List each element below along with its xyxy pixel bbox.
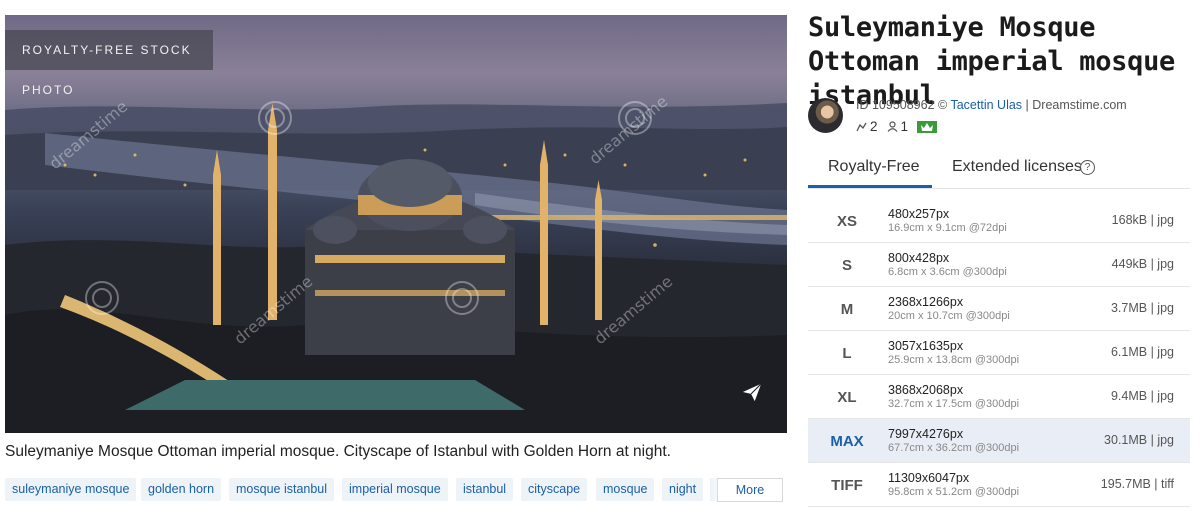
photo-caption: Suleymaniye Mosque Ottoman imperial mosq… bbox=[5, 443, 671, 460]
image-stats: 2 1 bbox=[856, 119, 938, 134]
royalty-free-badge: ROYALTY-FREE STOCK PHOTO bbox=[5, 30, 213, 97]
tag-cityscape[interactable]: cityscape bbox=[521, 478, 588, 501]
size-print: 16.9cm x 9.1cm @72dpi bbox=[888, 222, 1007, 234]
size-pixels: 3868x2068px bbox=[888, 383, 964, 397]
size-pixels: 3057x1635px bbox=[888, 339, 964, 353]
size-pixels: 7997x4276px bbox=[888, 427, 964, 441]
tab-extended-licenses[interactable]: Extended licenses bbox=[952, 158, 1082, 176]
tag-istanbul[interactable]: istanbul bbox=[456, 478, 514, 501]
tag-suleymaniye-mosque[interactable]: suleymaniye mosque bbox=[5, 478, 137, 501]
size-option-xl[interactable]: XL 3868x2068px 32.7cm x 17.5cm @300dpi 9… bbox=[808, 375, 1190, 419]
size-file: 3.7MB | jpg bbox=[1110, 301, 1174, 315]
tag-imperial-mosque[interactable]: imperial mosque bbox=[342, 478, 448, 501]
likes-icon bbox=[856, 122, 867, 131]
image-id: ID 109508962 © bbox=[856, 98, 948, 112]
size-file: 30.1MB | jpg bbox=[1104, 433, 1174, 447]
size-file: 449kB | jpg bbox=[1111, 257, 1174, 271]
size-file: 168kB | jpg bbox=[1111, 213, 1174, 227]
size-print: 6.8cm x 3.6cm @300dpi bbox=[888, 266, 1007, 278]
size-pixels: 11309x6047px bbox=[888, 471, 970, 485]
size-option-max[interactable]: MAX 7997x4276px 67.7cm x 36.2cm @300dpi … bbox=[808, 419, 1190, 463]
tag-list: suleymaniye mosque golden horn mosque is… bbox=[5, 478, 787, 502]
size-print: 32.7cm x 17.5cm @300dpi bbox=[888, 398, 1020, 410]
size-option-l[interactable]: L 3057x1635px 25.9cm x 13.8cm @300dpi 6.… bbox=[808, 331, 1190, 375]
size-pixels: 800x428px bbox=[888, 251, 950, 265]
share-icon[interactable] bbox=[741, 381, 763, 403]
size-code: S bbox=[841, 257, 852, 274]
size-pixels: 2368x1266px bbox=[888, 295, 964, 309]
tab-divider bbox=[808, 188, 1190, 189]
size-print: 67.7cm x 36.2cm @300dpi bbox=[888, 442, 1020, 454]
size-print: 95.8cm x 51.2cm @300dpi bbox=[888, 486, 1020, 498]
tag-night[interactable]: night bbox=[662, 478, 704, 501]
size-code: TIFF bbox=[831, 477, 863, 494]
size-code: XL bbox=[837, 389, 857, 406]
size-option-s[interactable]: S 800x428px 6.8cm x 3.6cm @300dpi 449kB … bbox=[808, 243, 1190, 287]
size-print: 25.9cm x 13.8cm @300dpi bbox=[888, 354, 1020, 366]
more-tags-button[interactable]: More bbox=[717, 478, 783, 502]
size-file: 6.1MB | jpg bbox=[1110, 345, 1174, 359]
crown-icon bbox=[917, 120, 938, 133]
tag-mosque-istanbul[interactable]: mosque istanbul bbox=[229, 478, 335, 501]
size-option-xs[interactable]: XS 480x257px 16.9cm x 9.1cm @72dpi 168kB… bbox=[808, 199, 1190, 243]
size-code: M bbox=[840, 301, 854, 318]
tag-golden-horn[interactable]: golden horn bbox=[141, 478, 222, 501]
size-file: 195.7MB | tiff bbox=[1100, 477, 1174, 491]
image-meta: ID 109508962 © Tacettin Ulas | Dreamstim… bbox=[856, 98, 1127, 112]
likes-count: 2 bbox=[870, 119, 878, 134]
site-name: | Dreamstime.com bbox=[1025, 98, 1127, 112]
downloads-count: 1 bbox=[900, 119, 909, 134]
size-option-m[interactable]: M 2368x1266px 20cm x 10.7cm @300dpi 3.7M… bbox=[808, 287, 1190, 331]
size-file: 9.4MB | jpg bbox=[1110, 389, 1174, 403]
size-pixels: 480x257px bbox=[888, 207, 950, 221]
author-avatar[interactable] bbox=[808, 98, 843, 133]
size-print: 20cm x 10.7cm @300dpi bbox=[888, 310, 1010, 322]
stock-photo[interactable]: dreamstime dreamstime dreamstime dreamst… bbox=[5, 15, 787, 433]
size-options: XS 480x257px 16.9cm x 9.1cm @72dpi 168kB… bbox=[808, 199, 1190, 507]
tag-mosque[interactable]: mosque bbox=[596, 478, 655, 501]
author-link[interactable]: Tacettin Ulas bbox=[950, 98, 1022, 112]
user-icon bbox=[887, 121, 897, 132]
help-icon[interactable]: ? bbox=[1080, 160, 1095, 175]
photo-scene: dreamstime dreamstime dreamstime dreamst… bbox=[5, 92, 787, 433]
size-option-tiff[interactable]: TIFF 11309x6047px 95.8cm x 51.2cm @300dp… bbox=[808, 463, 1190, 507]
size-code: MAX bbox=[830, 433, 864, 450]
size-code: L bbox=[842, 345, 852, 362]
tab-royalty-free[interactable]: Royalty-Free bbox=[828, 158, 920, 176]
size-code: XS bbox=[836, 213, 857, 230]
likes-stat: 2 bbox=[856, 119, 878, 134]
downloads-stat: 1 bbox=[887, 119, 909, 134]
